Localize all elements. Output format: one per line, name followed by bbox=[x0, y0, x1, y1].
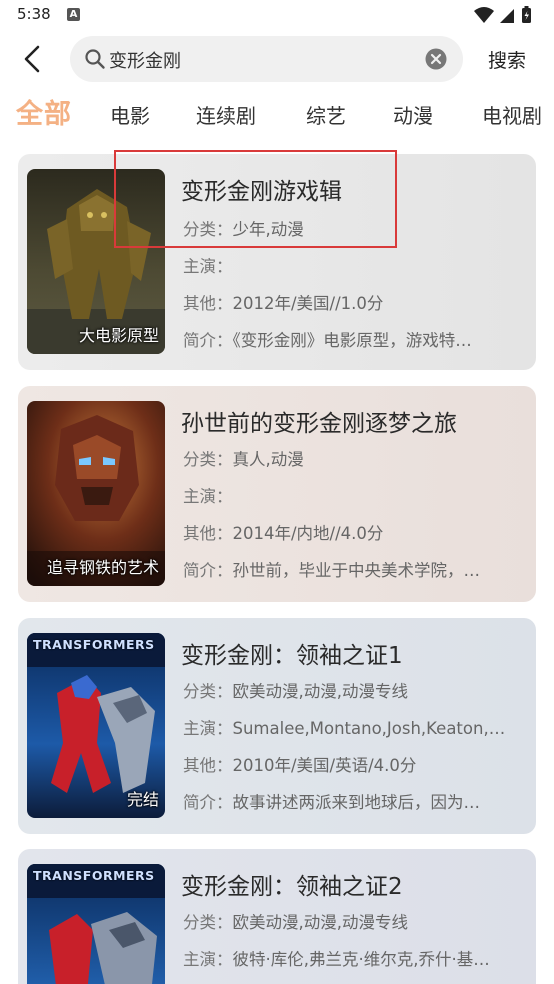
search-query[interactable]: 变形金刚 bbox=[109, 47, 181, 73]
category-label: 分类： bbox=[183, 220, 233, 239]
cast-value: 彼特·库伦,弗兰克·维尔克,乔什·基… bbox=[232, 950, 490, 969]
category-row: 分类：真人,动漫 bbox=[183, 446, 304, 470]
search-button[interactable]: 搜索 bbox=[488, 46, 526, 73]
category-value: 少年,动漫 bbox=[232, 220, 304, 239]
other-label: 其他： bbox=[183, 294, 233, 313]
category-row: 分类：欧美动漫,动漫,动漫专线 bbox=[183, 678, 408, 702]
poster-badge: 追寻钢铁的艺术 bbox=[46, 558, 159, 577]
cast-row: 主演： bbox=[183, 483, 233, 507]
poster-image[interactable]: TRANSFORMERS bbox=[27, 864, 165, 984]
intro-row: 简介：《变形金刚》电影原型，游戏特… bbox=[183, 327, 472, 351]
clear-icon[interactable] bbox=[425, 48, 447, 70]
cast-value: Sumalee,Montano,Josh,Keaton,K… bbox=[232, 719, 512, 738]
status-bar: 5:38 A bbox=[0, 0, 554, 32]
poster-logo-text: TRANSFORMERS bbox=[33, 637, 155, 652]
category-label: 分类： bbox=[183, 682, 233, 701]
poster-image[interactable]: 大电影原型 bbox=[27, 169, 165, 354]
intro-row: 简介：孙世前，毕业于中央美术学院，… bbox=[183, 557, 480, 581]
back-button[interactable] bbox=[16, 42, 50, 76]
other-value: 2012年/美国//1.0分 bbox=[232, 294, 384, 313]
category-label: 分类： bbox=[183, 913, 233, 932]
status-icons bbox=[472, 5, 542, 25]
other-label: 其他： bbox=[183, 524, 233, 543]
result-title[interactable]: 变形金刚：领袖之证1 bbox=[181, 636, 403, 670]
other-label: 其他： bbox=[183, 756, 233, 775]
category-value: 欧美动漫,动漫,动漫专线 bbox=[232, 682, 409, 701]
wifi-icon bbox=[474, 7, 494, 23]
tab-all[interactable]: 全部 bbox=[16, 92, 72, 131]
category-label: 分类： bbox=[183, 450, 233, 469]
result-card[interactable]: TRANSFORMERS 变形金刚：领袖之证2 分类：欧美动漫,动漫,动漫专线 … bbox=[18, 849, 536, 984]
notification-a-icon: A bbox=[67, 8, 80, 21]
intro-value: 《变形金刚》电影原型，游戏特… bbox=[232, 331, 472, 350]
tab-series[interactable]: 连续剧 bbox=[196, 100, 256, 129]
intro-label: 简介： bbox=[183, 793, 233, 812]
result-title[interactable]: 变形金刚游戏辑 bbox=[181, 172, 342, 206]
cast-label: 主演： bbox=[183, 257, 233, 276]
tab-variety[interactable]: 综艺 bbox=[306, 100, 346, 129]
result-card[interactable]: 大电影原型 变形金刚游戏辑 分类：少年,动漫 主演： 其他：2012年/美国//… bbox=[18, 154, 536, 370]
cast-label: 主演： bbox=[183, 950, 233, 969]
result-card[interactable]: TRANSFORMERS 完结 变形金刚：领袖之证1 分类：欧美动漫,动漫,动漫… bbox=[18, 618, 536, 834]
category-value: 真人,动漫 bbox=[232, 450, 304, 469]
result-title[interactable]: 变形金刚：领袖之证2 bbox=[181, 867, 403, 901]
other-row: 其他：2012年/美国//1.0分 bbox=[183, 290, 383, 314]
intro-label: 简介： bbox=[183, 331, 233, 350]
intro-row: 简介：故事讲述两派来到地球后，因为… bbox=[183, 789, 480, 813]
cast-row: 主演：Sumalee,Montano,Josh,Keaton,K… bbox=[183, 715, 511, 739]
cast-label: 主演： bbox=[183, 487, 233, 506]
search-icon bbox=[84, 48, 106, 70]
category-value: 欧美动漫,动漫,动漫专线 bbox=[232, 913, 409, 932]
poster-logo-text: TRANSFORMERS bbox=[33, 868, 155, 883]
category-row: 分类：少年,动漫 bbox=[183, 216, 304, 240]
poster-badge: 完结 bbox=[126, 790, 159, 809]
other-row: 其他：2010年/美国/英语/4.0分 bbox=[183, 752, 416, 776]
other-value: 2010年/美国/英语/4.0分 bbox=[232, 756, 417, 775]
cast-row: 主演： bbox=[183, 253, 233, 277]
search-input[interactable]: 变形金刚 bbox=[70, 36, 463, 82]
poster-image[interactable]: TRANSFORMERS 完结 bbox=[27, 633, 165, 818]
cast-row: 主演：彼特·库伦,弗兰克·维尔克,乔什·基… bbox=[183, 946, 490, 970]
intro-value: 孙世前，毕业于中央美术学院，… bbox=[232, 561, 481, 580]
intro-label: 简介： bbox=[183, 561, 233, 580]
chevron-left-icon bbox=[24, 45, 40, 73]
category-tabs: 全部 电影 连续剧 综艺 动漫 电视剧 bbox=[0, 92, 554, 136]
result-title[interactable]: 孙世前的变形金刚逐梦之旅 bbox=[181, 404, 457, 438]
other-row: 其他：2014年/内地//4.0分 bbox=[183, 520, 383, 544]
battery-icon bbox=[522, 6, 531, 23]
poster-badge: 大电影原型 bbox=[78, 326, 159, 345]
poster-image[interactable]: 追寻钢铁的艺术 bbox=[27, 401, 165, 586]
tab-tv-drama[interactable]: 电视剧 bbox=[482, 100, 542, 129]
category-row: 分类：欧美动漫,动漫,动漫专线 bbox=[183, 909, 408, 933]
tab-movie[interactable]: 电影 bbox=[110, 100, 150, 129]
other-value: 2014年/内地//4.0分 bbox=[232, 524, 384, 543]
tab-anime[interactable]: 动漫 bbox=[393, 100, 433, 129]
status-time: 5:38 bbox=[17, 5, 51, 23]
cast-label: 主演： bbox=[183, 719, 233, 738]
signal-icon bbox=[500, 9, 514, 23]
intro-value: 故事讲述两派来到地球后，因为… bbox=[232, 793, 481, 812]
result-card[interactable]: 追寻钢铁的艺术 孙世前的变形金刚逐梦之旅 分类：真人,动漫 主演： 其他：201… bbox=[18, 386, 536, 602]
